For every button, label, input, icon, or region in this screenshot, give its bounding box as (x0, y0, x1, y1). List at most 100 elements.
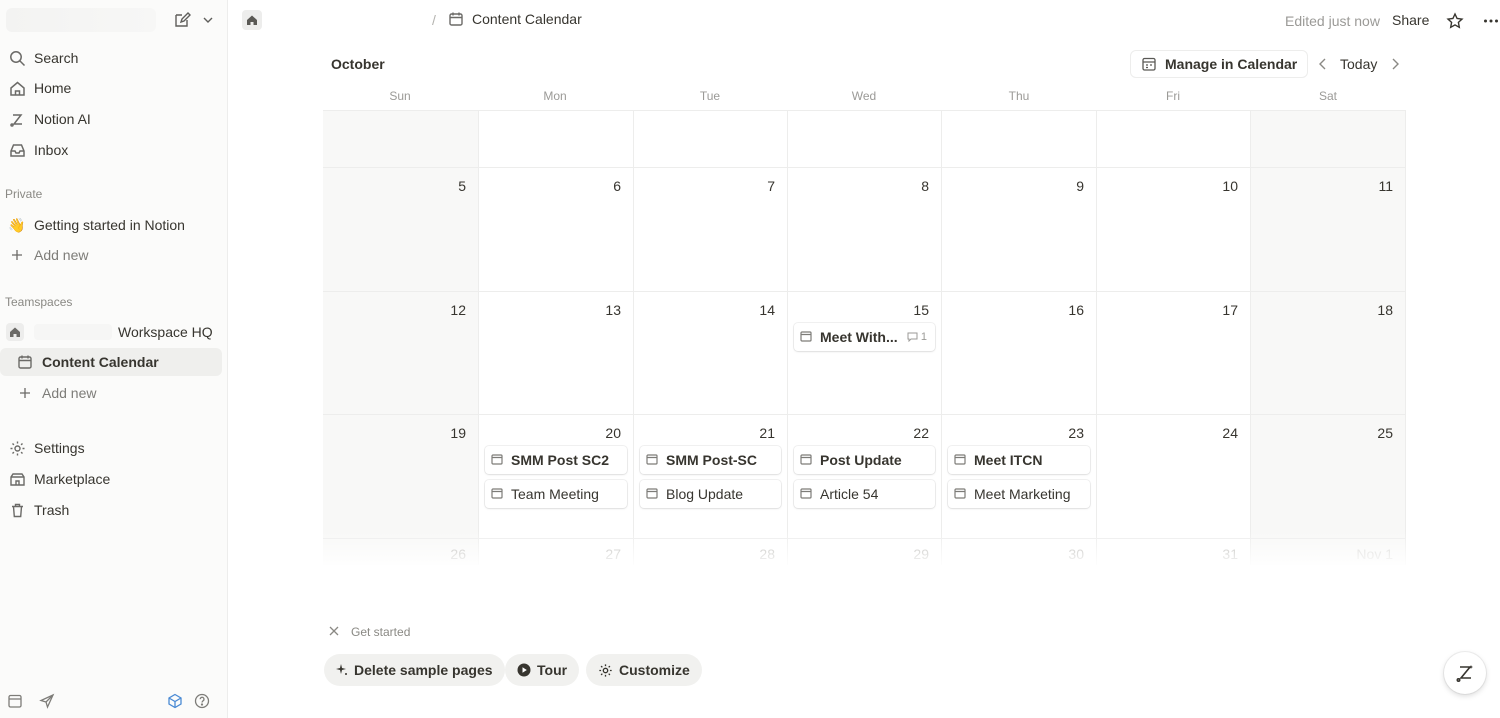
star-icon[interactable] (1444, 10, 1466, 32)
calendar-icon (954, 453, 968, 467)
day-cell[interactable]: 27 (479, 539, 634, 565)
event-title: Meet Marketing (974, 486, 1071, 502)
day-number: 12 (450, 302, 466, 318)
day-cell[interactable]: 10 (1097, 168, 1251, 292)
day-number: Nov 1 (1356, 546, 1393, 562)
event-card[interactable]: SMM Post-SC (640, 446, 781, 474)
sidebar-item-marketplace[interactable]: Marketplace (0, 465, 222, 493)
day-cell[interactable] (323, 111, 479, 168)
day-cell[interactable]: 8 (788, 168, 942, 292)
chevron-left-icon[interactable] (1314, 54, 1332, 74)
breadcrumb-content-calendar[interactable]: Content Calendar (448, 11, 582, 27)
event-card[interactable]: Meet Marketing (948, 480, 1090, 508)
weekday-mon: Mon (543, 89, 567, 103)
get-started-label: Get started (351, 625, 411, 639)
manage-in-calendar-button[interactable]: Manage in Calendar (1130, 50, 1309, 78)
day-number: 21 (759, 425, 775, 441)
delete-sample-pages-button[interactable]: Delete sample pages (324, 654, 505, 686)
day-number: 9 (1076, 178, 1084, 194)
day-cell[interactable] (942, 111, 1097, 168)
day-number: 29 (913, 546, 929, 562)
sidebar-item-inbox[interactable]: Inbox (0, 136, 222, 164)
comment-count: 1 (907, 331, 927, 343)
day-cell[interactable]: 23 Meet ITCN Meet Marketing (942, 415, 1097, 539)
event-title: Post Update (820, 452, 902, 468)
day-cell[interactable]: 22 Post Update Article 54 (788, 415, 942, 539)
home-icon[interactable] (242, 10, 262, 30)
day-cell[interactable]: 30 (942, 539, 1097, 565)
event-card[interactable]: Post Update (794, 446, 935, 474)
day-cell[interactable]: 26 (323, 539, 479, 565)
day-number: 15 (913, 302, 929, 318)
day-cell[interactable]: 24 (1097, 415, 1251, 539)
sidebar-item-add-new-private[interactable]: Add new (0, 241, 222, 269)
event-card[interactable]: SMM Post SC2 (485, 446, 627, 474)
event-title: SMM Post-SC (666, 452, 757, 468)
help-icon[interactable] (191, 690, 213, 712)
sidebar-item-trash[interactable]: Trash (0, 496, 222, 524)
day-cell[interactable]: 16 (942, 292, 1097, 415)
day-cell[interactable]: 15 Meet With... 1 (788, 292, 942, 415)
day-cell[interactable]: 12 (323, 292, 479, 415)
day-cell[interactable] (479, 111, 634, 168)
calendar-app-icon[interactable] (4, 690, 26, 712)
chevron-right-icon[interactable] (1386, 54, 1404, 74)
day-cell[interactable]: 21 SMM Post-SC Blog Update (634, 415, 788, 539)
sidebar-item-notion-ai[interactable]: Notion AI (0, 105, 222, 133)
day-cell[interactable]: 18 (1251, 292, 1406, 415)
day-cell[interactable]: 31 (1097, 539, 1251, 565)
day-cell[interactable] (788, 111, 942, 168)
event-card[interactable]: Meet With... 1 (794, 323, 935, 351)
chevron-down-icon[interactable] (198, 10, 218, 30)
day-cell[interactable] (634, 111, 788, 168)
event-card[interactable]: Meet ITCN (948, 446, 1090, 474)
sidebar-item-getting-started[interactable]: 👋 Getting started in Notion (0, 211, 222, 239)
day-number: 28 (759, 546, 775, 562)
customize-button[interactable]: Customize (586, 654, 702, 686)
apps-cube-icon[interactable] (164, 690, 186, 712)
day-cell[interactable]: 7 (634, 168, 788, 292)
tour-button[interactable]: Tour (505, 654, 580, 686)
sidebar: Search Home Notion AI Inbox Private 👋 Ge… (0, 0, 228, 718)
day-cell[interactable]: 29 (788, 539, 942, 565)
day-number: 19 (450, 425, 466, 441)
day-cell[interactable]: 28 (634, 539, 788, 565)
event-card[interactable]: Article 54 (794, 480, 935, 508)
event-card[interactable]: Blog Update (640, 480, 781, 508)
day-cell[interactable]: 6 (479, 168, 634, 292)
day-cell[interactable]: 9 (942, 168, 1097, 292)
day-cell[interactable]: Nov 1 (1251, 539, 1406, 565)
day-cell[interactable]: 25 (1251, 415, 1406, 539)
event-card[interactable]: Team Meeting (485, 480, 627, 508)
day-number: 31 (1222, 546, 1238, 562)
workspace-name-redacted (34, 324, 112, 340)
notion-ai-button[interactable] (1444, 652, 1486, 694)
today-button[interactable]: Today (1340, 56, 1377, 72)
day-cell[interactable]: 14 (634, 292, 788, 415)
day-number: 27 (605, 546, 621, 562)
workspace-switcher[interactable] (6, 8, 156, 32)
new-page-icon[interactable] (172, 10, 192, 30)
sidebar-item-settings[interactable]: Settings (0, 434, 222, 462)
day-cell[interactable]: 11 (1251, 168, 1406, 292)
day-cell[interactable]: 17 (1097, 292, 1251, 415)
more-options-icon[interactable] (1480, 10, 1500, 32)
day-cell[interactable]: 13 (479, 292, 634, 415)
day-cell[interactable] (1097, 111, 1251, 168)
event-title: Meet ITCN (974, 452, 1043, 468)
close-icon[interactable] (327, 624, 341, 638)
sidebar-item-search[interactable]: Search (0, 44, 222, 72)
day-cell[interactable]: 20 SMM Post SC2 Team Meeting (479, 415, 634, 539)
day-cell[interactable]: 5 (323, 168, 479, 292)
sidebar-item-add-new-team[interactable]: Add new (0, 379, 222, 407)
sidebar-item-content-calendar[interactable]: Content Calendar (0, 348, 222, 376)
day-cell[interactable] (1251, 111, 1406, 168)
weekday-sun: Sun (389, 89, 411, 103)
sidebar-item-workspace[interactable]: Workspace HQ (0, 318, 222, 346)
mail-send-icon[interactable] (36, 690, 58, 712)
day-cell[interactable]: 19 (323, 415, 479, 539)
sidebar-item-home[interactable]: Home (0, 74, 222, 102)
weekday-sat: Sat (1318, 89, 1337, 103)
inbox-icon (6, 139, 28, 161)
share-button[interactable]: Share (1392, 12, 1429, 28)
